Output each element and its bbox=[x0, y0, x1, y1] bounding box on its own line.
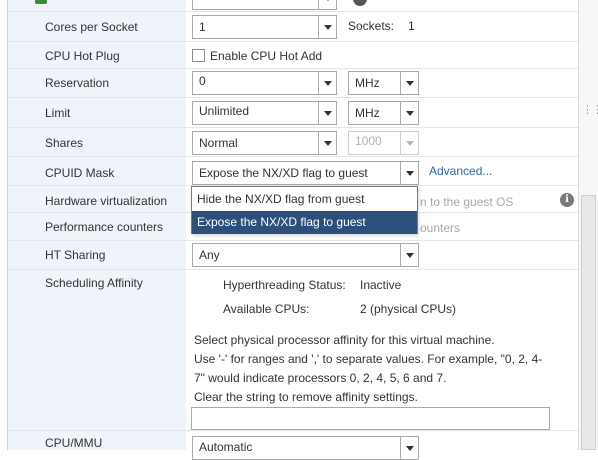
chevron-down-icon bbox=[400, 72, 418, 94]
cpuid-option-hide[interactable]: Hide the NX/XD flag from guest bbox=[192, 188, 417, 211]
chevron-down-icon bbox=[318, 16, 336, 38]
hardware-virtualization-label: Hardware virtualization bbox=[45, 194, 168, 208]
cores-per-socket-select[interactable]: 1 bbox=[192, 15, 337, 39]
affinity-help-line-2: Use '-' for ranges and ',' to separate v… bbox=[194, 352, 543, 366]
limit-unit-value: MHz bbox=[355, 106, 380, 120]
chevron-down-icon bbox=[318, 72, 336, 94]
ht-status-value: Inactive bbox=[360, 278, 402, 292]
cpuid-option-expose[interactable]: Expose the NX/XD flag to guest bbox=[192, 211, 417, 234]
ht-sharing-value: Any bbox=[199, 248, 220, 262]
limit-row: Limit Unlimited MHz bbox=[8, 98, 579, 128]
ht-status-label: Hyperthreading Status: bbox=[223, 278, 346, 292]
limit-label: Limit bbox=[45, 106, 71, 120]
chevron-down-icon bbox=[400, 162, 418, 184]
reservation-input[interactable]: 0 bbox=[192, 71, 337, 95]
cpu-hot-plug-label: CPU Hot Plug bbox=[45, 49, 120, 63]
info-icon[interactable]: i bbox=[560, 193, 574, 207]
reservation-label: Reservation bbox=[45, 76, 110, 90]
chevron-down-icon bbox=[400, 244, 418, 266]
ht-sharing-row: HT Sharing Any bbox=[8, 241, 579, 270]
sockets-value: 1 bbox=[408, 19, 415, 33]
affinity-help-line-1: Select physical processor affinity for t… bbox=[194, 333, 495, 347]
cpuid-mask-value: Expose the NX/XD flag to guest bbox=[199, 166, 368, 180]
shares-label: Shares bbox=[45, 136, 84, 150]
sockets-label: Sockets: bbox=[348, 19, 395, 33]
limit-value: Unlimited bbox=[199, 104, 250, 118]
reservation-unit-value: MHz bbox=[355, 76, 380, 90]
reservation-value: 0 bbox=[199, 74, 206, 88]
cpu-mmu-row: CPU/MMU Automatic bbox=[8, 431, 579, 460]
chevron-down-icon bbox=[400, 102, 418, 124]
cpu-mmu-label: CPU/MMU bbox=[45, 436, 103, 450]
shares-row: Shares Normal 1000 bbox=[8, 128, 579, 157]
scheduling-affinity-label: Scheduling Affinity bbox=[45, 276, 143, 290]
resize-grip-icon[interactable]: ⋮⋮ bbox=[582, 103, 598, 117]
limit-input[interactable]: Unlimited bbox=[192, 101, 337, 125]
shares-select[interactable]: Normal bbox=[192, 131, 337, 155]
affinity-help-line-3: 7" would indicate processors 0, 2, 4, 5,… bbox=[194, 371, 447, 385]
shares-value: Normal bbox=[199, 136, 238, 150]
cpuid-mask-row: CPUID Mask Expose the NX/XD flag to gues… bbox=[8, 157, 579, 186]
performance-counters-text: ounters bbox=[420, 221, 461, 235]
cpuid-mask-label: CPUID Mask bbox=[45, 166, 115, 180]
cores-per-socket-row: Cores per Socket 1 Sockets: 1 bbox=[8, 12, 579, 42]
hardware-virtualization-text: n to the guest OS bbox=[420, 195, 514, 209]
available-cpus-label: Available CPUs: bbox=[223, 302, 310, 316]
chevron-down-icon bbox=[318, 102, 336, 124]
cpu-mmu-value: Automatic bbox=[199, 440, 253, 454]
chevron-down-icon bbox=[318, 0, 336, 9]
help-icon[interactable] bbox=[353, 0, 367, 6]
cpu-count-select[interactable] bbox=[192, 0, 337, 10]
cpu-expand-icon[interactable] bbox=[35, 0, 47, 4]
ht-sharing-select[interactable]: Any bbox=[192, 243, 419, 267]
chevron-down-icon bbox=[400, 132, 418, 154]
shares-amount-input[interactable]: 1000 bbox=[348, 131, 419, 155]
reservation-row: Reservation 0 MHz bbox=[8, 69, 579, 98]
ht-sharing-label: HT Sharing bbox=[45, 248, 106, 262]
cpu-row bbox=[8, 0, 579, 12]
scrollbar[interactable] bbox=[578, 0, 598, 450]
chevron-down-icon bbox=[400, 437, 418, 459]
scrollbar-thumb[interactable] bbox=[581, 195, 596, 450]
performance-counters-label: Performance counters bbox=[45, 220, 164, 234]
chevron-down-icon bbox=[318, 132, 336, 154]
cpuid-mask-dropdown-list: Hide the NX/XD flag from guest Expose th… bbox=[191, 186, 418, 234]
cpu-mmu-select[interactable]: Automatic bbox=[192, 436, 419, 460]
limit-unit-select[interactable]: MHz bbox=[348, 101, 419, 125]
reservation-unit-select[interactable]: MHz bbox=[348, 71, 419, 95]
enable-cpu-hot-add-checkbox[interactable] bbox=[192, 49, 205, 62]
available-cpus-value: 2 (physical CPUs) bbox=[360, 302, 457, 316]
cores-per-socket-label: Cores per Socket bbox=[45, 20, 138, 34]
affinity-help-line-4: Clear the string to remove affinity sett… bbox=[194, 390, 418, 404]
cpuid-mask-select[interactable]: Expose the NX/XD flag to guest bbox=[192, 161, 419, 185]
shares-amount-value: 1000 bbox=[355, 134, 382, 148]
cpu-hot-plug-row: CPU Hot Plug Enable CPU Hot Add bbox=[8, 42, 579, 69]
cores-per-socket-value: 1 bbox=[199, 20, 206, 34]
affinity-input[interactable] bbox=[191, 407, 550, 430]
enable-cpu-hot-add-label[interactable]: Enable CPU Hot Add bbox=[210, 49, 322, 63]
cpuid-advanced-link[interactable]: Advanced... bbox=[429, 164, 492, 178]
